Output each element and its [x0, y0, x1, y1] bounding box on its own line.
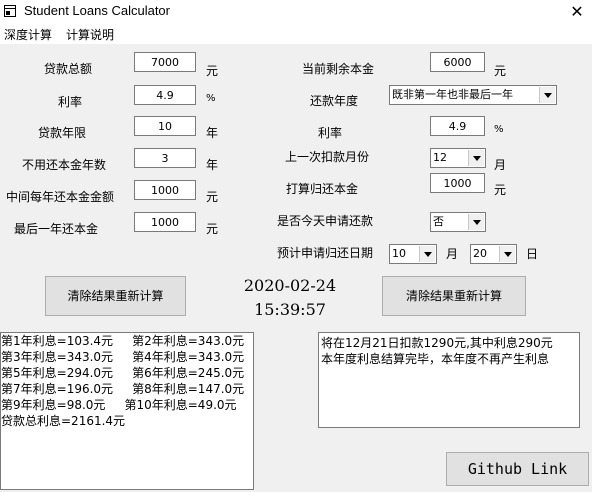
last-repay-input[interactable]: 1000 — [134, 212, 196, 232]
output-line: 第1年利息=103.4元 第2年利息=343.0元 — [1, 334, 245, 348]
chevron-down-icon[interactable] — [468, 150, 484, 166]
loan-years-unit: 年 — [206, 126, 219, 140]
month-select[interactable]: 10 — [389, 244, 437, 264]
right-rate-unit: % — [494, 124, 504, 135]
planned-repay-unit: 元 — [494, 183, 507, 197]
clock-date: 2020-02-24 — [243, 276, 337, 295]
clock-time: 15:39:57 — [254, 300, 326, 319]
last-deduct-month-select[interactable]: 12 — [430, 148, 486, 168]
chevron-down-icon[interactable] — [539, 87, 555, 103]
mid-repay-label: 中间每年还本金金额 — [6, 190, 115, 204]
right-rate-label: 利率 — [318, 126, 343, 140]
day-unit: 日 — [526, 247, 539, 261]
chevron-down-icon[interactable] — [468, 214, 484, 230]
output-line: 第5年利息=294.0元 第6年利息=245.0元 — [1, 366, 245, 380]
window-title: Student Loans Calculator — [24, 3, 170, 18]
month-value: 10 — [392, 247, 406, 260]
apply-today-value: 否 — [433, 215, 444, 228]
menu-item-calc-help[interactable]: 计算说明 — [66, 26, 114, 43]
output-line: 本年度利息结算完毕，本年度不再产生利息 — [321, 352, 550, 366]
output-line: 贷款总利息=2161.4元 — [1, 414, 126, 428]
output-line: 将在12月21日扣款1290元,其中利息290元 — [321, 336, 553, 350]
last-deduct-month-label: 上一次扣款月份 — [285, 150, 370, 164]
loan-years-input[interactable]: 10 — [134, 116, 196, 136]
rate-input[interactable]: 4.9 — [134, 85, 196, 105]
grace-years-input[interactable]: 3 — [134, 148, 196, 168]
mid-repay-unit: 元 — [206, 190, 219, 204]
remaining-principal-unit: 元 — [494, 64, 507, 78]
total-loan-label: 贷款总额 — [44, 62, 93, 76]
apply-today-label: 是否今天申请还款 — [277, 214, 374, 228]
deduction-output-right[interactable]: 将在12月21日扣款1290元,其中利息290元 本年度利息结算完毕，本年度不再… — [318, 332, 580, 428]
planned-date-label: 预计申请归还日期 — [277, 246, 374, 260]
rate-label: 利率 — [58, 95, 83, 109]
close-button[interactable]: ✕ — [563, 0, 591, 24]
last-repay-label: 最后一年还本金 — [14, 222, 99, 236]
recalculate-left-button[interactable]: 清除结果重新计算 — [45, 276, 186, 316]
output-line: 第9年利息=98.0元 第10年利息=49.0元 — [1, 398, 237, 412]
chevron-down-icon[interactable] — [499, 246, 515, 262]
rate-unit: % — [206, 93, 216, 104]
total-loan-input[interactable]: 7000 — [134, 52, 196, 72]
grace-years-unit: 年 — [206, 158, 219, 172]
output-line: 第7年利息=196.0元 第8年利息=147.0元 — [1, 382, 245, 396]
output-line: 第3年利息=343.0元 第4年利息=343.0元 — [1, 350, 245, 364]
github-link-button[interactable]: Github Link — [446, 452, 589, 486]
last-deduct-month-value: 12 — [433, 151, 447, 164]
chevron-down-icon[interactable] — [419, 246, 435, 262]
total-loan-unit: 元 — [206, 64, 219, 78]
day-value: 20 — [473, 247, 487, 260]
loan-years-label: 贷款年限 — [38, 126, 87, 140]
planned-repay-label: 打算归还本金 — [286, 182, 359, 196]
menu-item-deep-calc[interactable]: 深度计算 — [4, 26, 52, 43]
remaining-principal-label: 当前剩余本金 — [302, 62, 375, 76]
repay-year-label: 还款年度 — [310, 94, 359, 108]
app-window-icon — [4, 5, 16, 17]
month-unit: 月 — [446, 247, 459, 261]
day-select[interactable]: 20 — [470, 244, 517, 264]
apply-today-select[interactable]: 否 — [430, 212, 486, 232]
grace-years-label: 不用还本金年数 — [22, 158, 107, 172]
repay-year-select[interactable]: 既非第一年也非最后一年 — [389, 85, 557, 105]
right-rate-input[interactable]: 4.9 — [430, 116, 485, 136]
recalculate-right-button[interactable]: 清除结果重新计算 — [382, 276, 526, 316]
repay-year-value: 既非第一年也非最后一年 — [392, 88, 513, 101]
planned-repay-input[interactable]: 1000 — [430, 173, 485, 193]
last-deduct-month-unit: 月 — [494, 158, 507, 172]
interest-output-left[interactable]: 第1年利息=103.4元 第2年利息=343.0元 第3年利息=343.0元 第… — [0, 332, 254, 490]
last-repay-unit: 元 — [206, 222, 219, 236]
remaining-principal-input[interactable]: 6000 — [430, 52, 485, 72]
mid-repay-input[interactable]: 1000 — [134, 180, 196, 200]
